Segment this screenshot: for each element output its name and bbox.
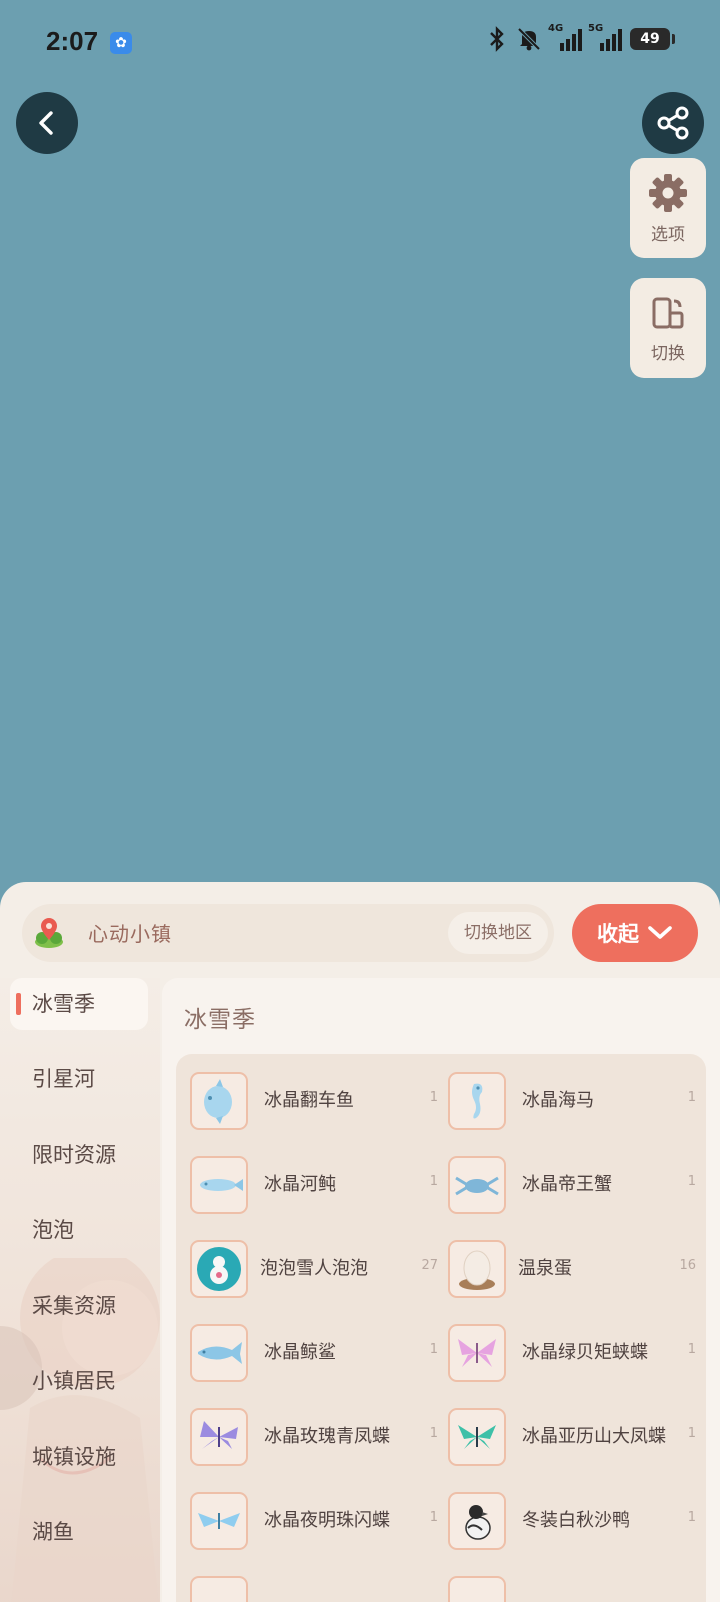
item-name: 冰晶鲸鲨 bbox=[264, 1342, 336, 1363]
switch-label: 切换 bbox=[651, 343, 685, 364]
list-item[interactable]: 冰晶亚历山大凤蝶 1 bbox=[448, 1404, 706, 1468]
list-item[interactable] bbox=[190, 1572, 448, 1602]
app-notification-icon: ✿ bbox=[110, 32, 132, 54]
item-name: 冬装白秋沙鸭 bbox=[522, 1510, 630, 1531]
share-icon bbox=[657, 106, 689, 140]
list-item[interactable]: 冰晶玫瑰青凤蝶 1 bbox=[190, 1404, 448, 1468]
system-icons: 4G 5G 49 bbox=[486, 23, 675, 52]
butterfly-purple-icon bbox=[190, 1408, 248, 1466]
clock: 2:07 bbox=[46, 26, 99, 56]
crab-icon bbox=[448, 1156, 506, 1214]
item-name: 冰晶亚历山大凤蝶 bbox=[522, 1426, 666, 1447]
item-grid: 冰晶翻车鱼 1 冰晶海马 1 冰晶河鲀 1 冰晶帝王蟹 1 泡泡雪人泡泡 27 … bbox=[176, 1054, 706, 1602]
pufferfish-icon bbox=[190, 1156, 248, 1214]
butterfly-teal-icon bbox=[448, 1408, 506, 1466]
bluetooth-icon bbox=[490, 26, 504, 52]
switch-region-button[interactable]: 切换地区 bbox=[448, 912, 548, 954]
sidebar-item-bubbles[interactable]: 泡泡 bbox=[10, 1204, 148, 1256]
content-area: 冰雪季 冰晶翻车鱼 1 冰晶海马 1 冰晶河鲀 1 冰晶帝王蟹 1 泡泡雪人泡泡… bbox=[162, 978, 720, 1602]
category-sidebar: 冰雪季 引星河 限时资源 泡泡 采集资源 小镇居民 城镇设施 湖鱼 bbox=[0, 978, 160, 1602]
signal-5g-icon: 5G bbox=[588, 23, 622, 51]
item-name: 冰晶河鲀 bbox=[264, 1174, 336, 1195]
sidebar-item-town-facilities[interactable]: 城镇设施 bbox=[10, 1431, 148, 1483]
map-pin-icon bbox=[32, 916, 66, 954]
location-bar: 心动小镇 切换地区 bbox=[22, 904, 554, 962]
item-name: 冰晶翻车鱼 bbox=[264, 1090, 354, 1111]
battery-indicator: 49 bbox=[630, 28, 675, 50]
duck-icon bbox=[448, 1492, 506, 1550]
item-name: 冰晶海马 bbox=[522, 1090, 594, 1111]
list-item[interactable]: 冰晶翻车鱼 1 bbox=[190, 1068, 448, 1132]
sidebar-item-ice-snow-season[interactable]: 冰雪季 bbox=[10, 978, 148, 1030]
chevron-left-icon bbox=[39, 111, 53, 135]
whale-shark-icon bbox=[190, 1324, 248, 1382]
list-item[interactable]: 冬装白秋沙鸭 1 bbox=[448, 1488, 706, 1552]
list-item[interactable]: 冰晶海马 1 bbox=[448, 1068, 706, 1132]
item-count: 1 bbox=[429, 1090, 438, 1105]
item-name: 泡泡雪人泡泡 bbox=[260, 1258, 368, 1279]
section-title: 冰雪季 bbox=[184, 1007, 256, 1033]
town-name: 心动小镇 bbox=[88, 922, 172, 946]
sidebar-item-lake-fish[interactable]: 湖鱼 bbox=[10, 1506, 148, 1558]
options-label: 选项 bbox=[651, 224, 685, 245]
list-item[interactable]: 泡泡雪人泡泡 27 bbox=[190, 1236, 448, 1300]
butterfly-blue-icon bbox=[190, 1492, 248, 1550]
sunfish-icon bbox=[190, 1072, 248, 1130]
network-type-4g: 4G bbox=[548, 23, 564, 34]
sidebar-item-limited-resources[interactable]: 限时资源 bbox=[10, 1129, 148, 1181]
switch-device-button[interactable]: 切换 bbox=[630, 278, 706, 378]
item-thumbnail-partial bbox=[190, 1576, 248, 1602]
switch-device-icon bbox=[652, 297, 684, 328]
status-bar: 2:07 ✿ 4G 5G 49 bbox=[0, 0, 720, 90]
item-name: 温泉蛋 bbox=[518, 1258, 572, 1279]
butterfly-pink-icon bbox=[448, 1324, 506, 1382]
item-count: 1 bbox=[429, 1342, 438, 1357]
item-name: 冰晶夜明珠闪蝶 bbox=[264, 1510, 390, 1531]
list-item[interactable] bbox=[448, 1572, 706, 1602]
sidebar-item-town-residents[interactable]: 小镇居民 bbox=[10, 1355, 148, 1407]
seahorse-icon bbox=[448, 1072, 506, 1130]
list-item[interactable]: 冰晶绿贝矩蛱蝶 1 bbox=[448, 1320, 706, 1384]
item-count: 1 bbox=[429, 1426, 438, 1441]
egg-icon bbox=[448, 1240, 506, 1298]
item-count: 1 bbox=[687, 1510, 696, 1525]
item-count: 1 bbox=[687, 1174, 696, 1189]
signal-4g-icon: 4G bbox=[548, 23, 582, 51]
chevron-down-icon bbox=[648, 926, 672, 939]
list-item[interactable]: 冰晶河鲀 1 bbox=[190, 1152, 448, 1216]
list-item[interactable]: 温泉蛋 16 bbox=[448, 1236, 706, 1300]
item-count: 1 bbox=[429, 1510, 438, 1525]
collapse-label: 收起 bbox=[597, 922, 639, 946]
options-button[interactable]: 选项 bbox=[630, 158, 706, 258]
item-thumbnail-partial bbox=[448, 1576, 506, 1602]
back-button[interactable] bbox=[16, 92, 78, 154]
item-count: 1 bbox=[687, 1090, 696, 1105]
item-count: 16 bbox=[679, 1258, 696, 1273]
item-name: 冰晶绿贝矩蛱蝶 bbox=[522, 1342, 648, 1363]
list-item[interactable]: 冰晶帝王蟹 1 bbox=[448, 1152, 706, 1216]
collapse-button[interactable]: 收起 bbox=[572, 904, 698, 962]
resource-panel: 心动小镇 切换地区 收起 冰雪季 引星河 限时资源 泡泡 采集资源 小镇居民 城… bbox=[0, 882, 720, 1602]
sidebar-item-star-river[interactable]: 引星河 bbox=[10, 1053, 148, 1105]
network-type-5g: 5G bbox=[588, 23, 604, 34]
list-item[interactable]: 冰晶鲸鲨 1 bbox=[190, 1320, 448, 1384]
item-name: 冰晶玫瑰青凤蝶 bbox=[264, 1426, 390, 1447]
item-count: 1 bbox=[687, 1342, 696, 1357]
share-button[interactable] bbox=[642, 92, 704, 154]
list-item[interactable]: 冰晶夜明珠闪蝶 1 bbox=[190, 1488, 448, 1552]
item-count: 1 bbox=[429, 1174, 438, 1189]
item-count: 27 bbox=[421, 1258, 438, 1273]
gear-icon bbox=[649, 173, 687, 212]
item-count: 1 bbox=[687, 1426, 696, 1441]
item-name: 冰晶帝王蟹 bbox=[522, 1174, 612, 1195]
mute-bell-icon bbox=[517, 27, 541, 51]
sidebar-item-gathering-resources[interactable]: 采集资源 bbox=[10, 1280, 148, 1332]
snowman-bubble-icon bbox=[190, 1240, 248, 1298]
